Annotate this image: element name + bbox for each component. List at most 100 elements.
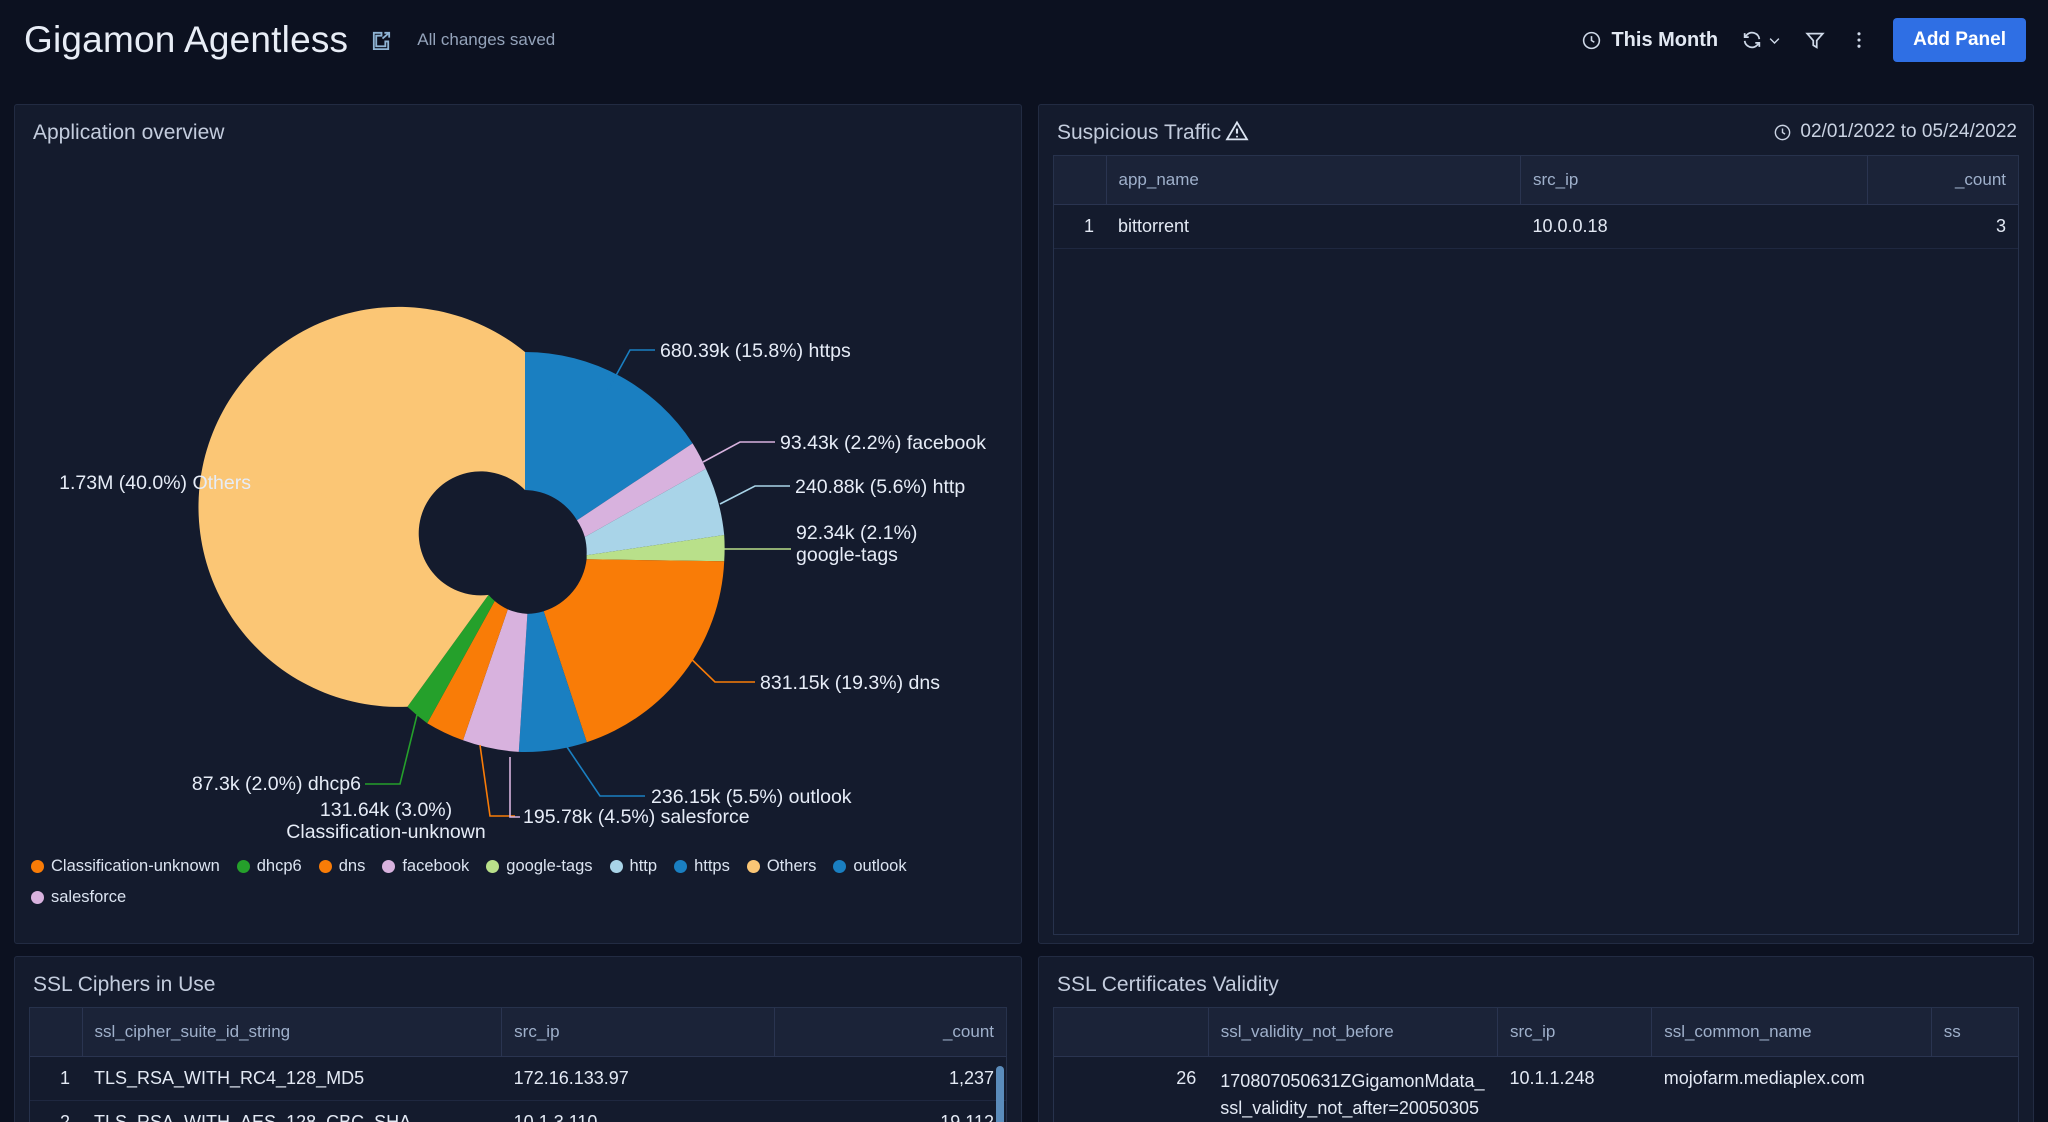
pie-svg: 680.39k (15.8%) https 93.43k (2.2%) face… [59,306,986,839]
application-overview-pie-chart[interactable]: 680.39k (15.8%) https 93.43k (2.2%) face… [15,149,1021,839]
column-count[interactable]: _count [774,1008,1006,1057]
filter-button[interactable] [1793,21,1837,59]
more-vertical-icon [1848,29,1870,51]
legend-item-outlook[interactable]: outlook [833,857,907,876]
legend-label: Others [766,857,817,875]
suspicious-traffic-table-wrap: app_name src_ip _count 1 bittorrent 10.0… [1053,155,2019,935]
column-index [30,1008,83,1057]
panel-ssl-certificates-validity: SSL Certificates Validity ssl_validity_n… [1038,956,2034,1122]
panel-title-ssl-ciphers: SSL Ciphers in Use [33,973,216,996]
legend-swatch-icon [486,860,500,873]
legend-item-https[interactable]: https [674,857,730,876]
clock-icon [1581,30,1602,51]
pie-slices [198,306,725,752]
panel-title-application-overview: Application overview [33,121,225,144]
pie-label-classification-unknown-line2: Classification-unknown [286,821,485,839]
panel-ssl-ciphers-in-use: SSL Ciphers in Use ssl_cipher_suite_id_s… [14,956,1022,1122]
column-ssl-validity-not-before[interactable]: ssl_validity_not_before [1208,1008,1498,1057]
legend-item-facebook[interactable]: facebook [382,857,469,876]
legend-label: dns [338,857,366,875]
column-src-ip[interactable]: src_ip [1520,156,1869,205]
legend-item-others[interactable]: Others [746,857,817,876]
share-export-icon[interactable] [370,29,393,52]
legend-swatch-icon [674,860,688,873]
panel-application-overview: Application overview 680.39k (15.8%) htt… [14,104,1022,944]
legend-item-http[interactable]: http [609,857,658,876]
warning-triangle-icon [1225,119,1249,148]
time-range-button[interactable]: This Month [1569,23,1730,58]
table-body: 26 170807050631ZGigamonMdata_ssl_validit… [1054,1056,2018,1122]
date-range-text: 02/01/2022 to 05/24/2022 [1800,121,2017,142]
legend-swatch-icon [833,860,847,873]
filter-funnel-icon [1804,29,1826,51]
legend-label: facebook [402,857,470,875]
legend-item-dns[interactable]: dns [318,857,366,876]
panel-title-ssl-certificates: SSL Certificates Validity [1057,973,1279,996]
legend-label: outlook [853,857,907,875]
column-index [1054,1008,1209,1057]
cell-src-ip: 10.1.1.248 [1497,1056,1652,1122]
top-bar: Gigamon Agentless All changes saved This… [0,0,2048,80]
clock-icon [1773,123,1792,142]
cell-app-name: bittorrent [1106,204,1521,249]
legend-swatch-icon [609,860,623,873]
panel-suspicious-traffic: Suspicious Traffic 02/01/2022 to 05/24/2… [1038,104,2034,944]
legend-label: google-tags [506,857,593,875]
column-src-ip[interactable]: src_ip [501,1008,776,1057]
column-index [1054,156,1107,205]
legend-swatch-icon [318,860,332,873]
cell-src-ip: 10.1.3.110 [501,1100,775,1122]
table-header: ssl_validity_not_before src_ip ssl_commo… [1054,1008,2018,1057]
cell-common-name: mojofarm.mediaplex.com [1651,1056,1932,1122]
column-ssl-common-name[interactable]: ssl_common_name [1651,1008,1932,1057]
pie-label-http: 240.88k (5.6%) http [795,476,965,498]
pie-label-classification-unknown-line1: 131.64k (3.0%) [320,799,452,821]
pie-legend: Classification-unknown dhcp6 dns facebook go… [31,857,991,919]
suspicious-traffic-date-range[interactable]: 02/01/2022 to 05/24/2022 [1773,121,2017,143]
legend-swatch-icon [31,891,44,904]
pie-label-salesforce: 195.78k (4.5%) salesforce [523,806,750,828]
legend-label: salesforce [51,888,127,906]
pie-label-dns: 831.15k (19.3%) dns [760,672,940,694]
legend-swatch-icon [746,860,760,873]
cell-src-ip: 172.16.133.97 [501,1056,775,1101]
refresh-icon [1741,29,1763,51]
table-row[interactable]: 26 170807050631ZGigamonMdata_ssl_validit… [1054,1056,2018,1122]
topbar-actions: This Month Add Panel [1569,18,2048,62]
refresh-button[interactable] [1730,21,1793,59]
table-row[interactable]: 1 TLS_RSA_WITH_RC4_128_MD5 172.16.133.97… [30,1056,1006,1101]
add-panel-button[interactable]: Add Panel [1893,18,2026,62]
cell-cipher: TLS_RSA_WITH_RC4_128_MD5 [82,1056,502,1101]
legend-item-dhcp6[interactable]: dhcp6 [236,857,302,876]
row-index: 1 [30,1056,82,1101]
column-count[interactable]: _count [1867,156,2018,205]
column-ss-truncated[interactable]: ss [1931,1008,2018,1057]
cell-ssl-validity-not-before: 170807050631ZGigamonMdata_ssl_validity_n… [1208,1056,1498,1122]
cell-cipher: TLS_RSA_WITH_AES_128_CBC_SHA [82,1100,502,1122]
suspicious-traffic-table: app_name src_ip _count 1 bittorrent 10.0… [1054,156,2018,249]
column-app-name[interactable]: app_name [1106,156,1522,205]
table-row[interactable]: 2 TLS_RSA_WITH_AES_128_CBC_SHA 10.1.3.11… [30,1100,1006,1122]
cell-count: 1,237 [774,1056,1006,1101]
ssl-ciphers-table-wrap: ssl_cipher_suite_id_string src_ip _count… [29,1007,1007,1122]
ssl-certificates-table-wrap: ssl_validity_not_before src_ip ssl_commo… [1053,1007,2019,1122]
column-ssl-cipher-suite-id-string[interactable]: ssl_cipher_suite_id_string [82,1008,503,1057]
pie-label-others: 1.73M (40.0%) Others [59,472,251,494]
ssl-ciphers-vertical-scrollbar[interactable] [996,1066,1004,1122]
legend-item-salesforce[interactable]: salesforce [31,888,126,907]
more-options-button[interactable] [1837,21,1881,59]
row-index: 26 [1054,1056,1209,1122]
legend-item-google-tags[interactable]: google-tags [486,857,593,876]
pie-label-google-tags-line1: 92.34k (2.1%) [796,522,917,544]
legend-label: dhcp6 [256,857,302,875]
legend-item-classification-unknown[interactable]: Classification-unknown [31,857,220,876]
table-header: ssl_cipher_suite_id_string src_ip _count [30,1008,1006,1057]
cell-count: 19,112 [774,1100,1006,1122]
cell-count: 3 [1867,204,2018,249]
pie-label-dhcp6: 87.3k (2.0%) dhcp6 [192,773,361,795]
legend-label: http [629,857,658,875]
legend-swatch-icon [236,860,250,873]
column-src-ip[interactable]: src_ip [1497,1008,1653,1057]
legend-label: Classification-unknown [51,857,220,875]
table-row[interactable]: 1 bittorrent 10.0.0.18 3 [1054,204,2018,249]
